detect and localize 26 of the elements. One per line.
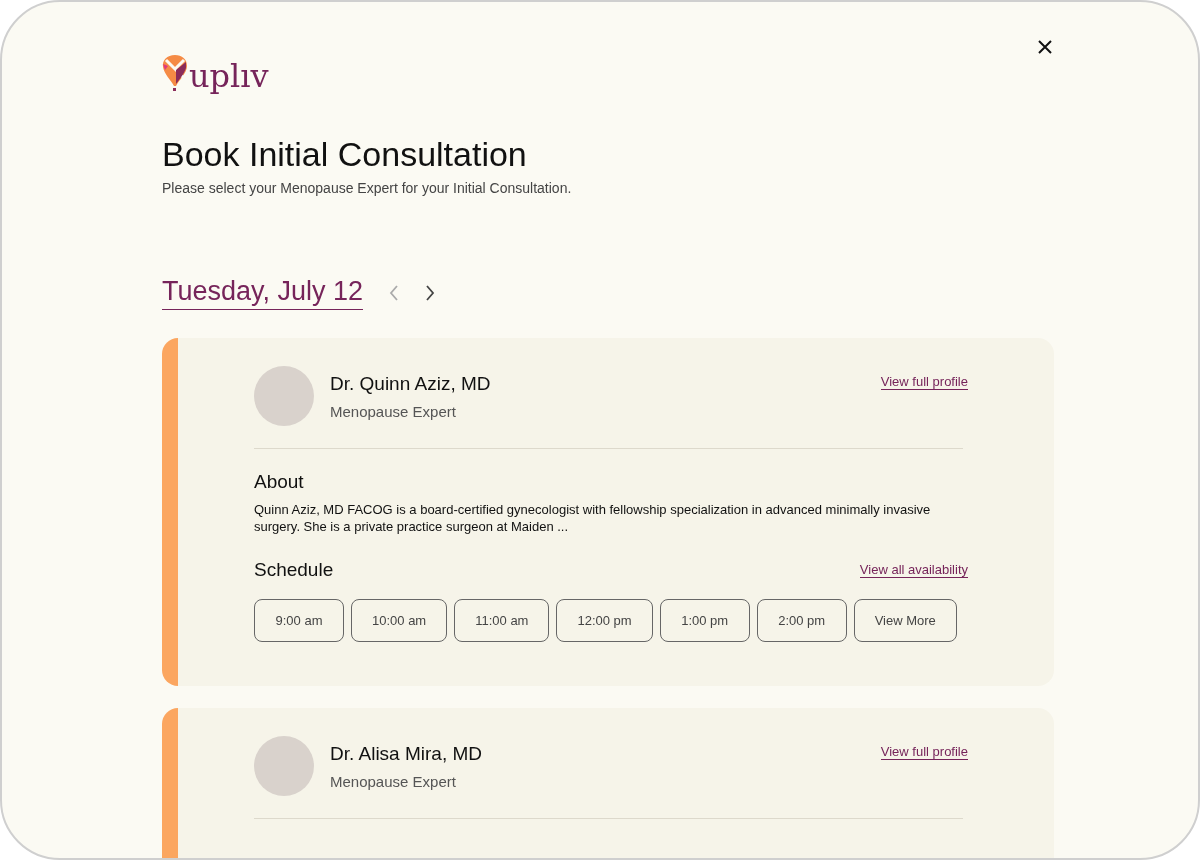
pin-logo-icon — [162, 54, 188, 92]
profile-link[interactable]: View full profile — [880, 744, 968, 760]
time-slot-button[interactable]: View More — [853, 599, 957, 642]
expert-role: Menopause Expert — [330, 402, 457, 420]
expert-name: Dr. Quinn Aziz, MD — [330, 372, 492, 395]
time-slot-button[interactable]: 10:00 am — [351, 599, 448, 642]
time-slot-button[interactable]: 1:00 pm — [659, 599, 750, 642]
time-slot-button[interactable]: 11:00 am — [454, 599, 550, 642]
chevron-right-icon[interactable] — [425, 285, 436, 301]
about-text: Quinn Aziz, MD FACOG is a board-certified gynecologist with fellowship specialization in advanced minimally invasive surgery. She is a private practice surgeon at Maiden ... — [254, 501, 932, 535]
page-subtitle: Please select your Menopause Expert for your Initial Consultation. — [162, 180, 573, 196]
close-icon[interactable] — [1037, 39, 1053, 55]
profile-link[interactable]: View full profile — [880, 374, 968, 390]
page-title: Book Initial Consultation — [162, 134, 528, 174]
date-link[interactable]: Tuesday, July 12 — [162, 276, 364, 310]
time-slot-button[interactable]: 2:00 pm — [756, 599, 847, 642]
logo-wordmark: uplıv — [189, 60, 269, 92]
section-heading: Schedule — [254, 559, 334, 581]
section-heading: About — [254, 471, 305, 493]
expert-name: Dr. Alisa Mira, MD — [330, 742, 484, 765]
expert-role: Menopause Expert — [330, 772, 457, 790]
time-slot-button[interactable]: 12:00 pm — [556, 599, 653, 642]
avatar-placeholder — [254, 366, 314, 426]
availability-link[interactable]: View all availability — [859, 562, 968, 578]
avatar-placeholder — [254, 736, 314, 796]
time-slot-button[interactable]: 9:00 am — [254, 599, 344, 642]
